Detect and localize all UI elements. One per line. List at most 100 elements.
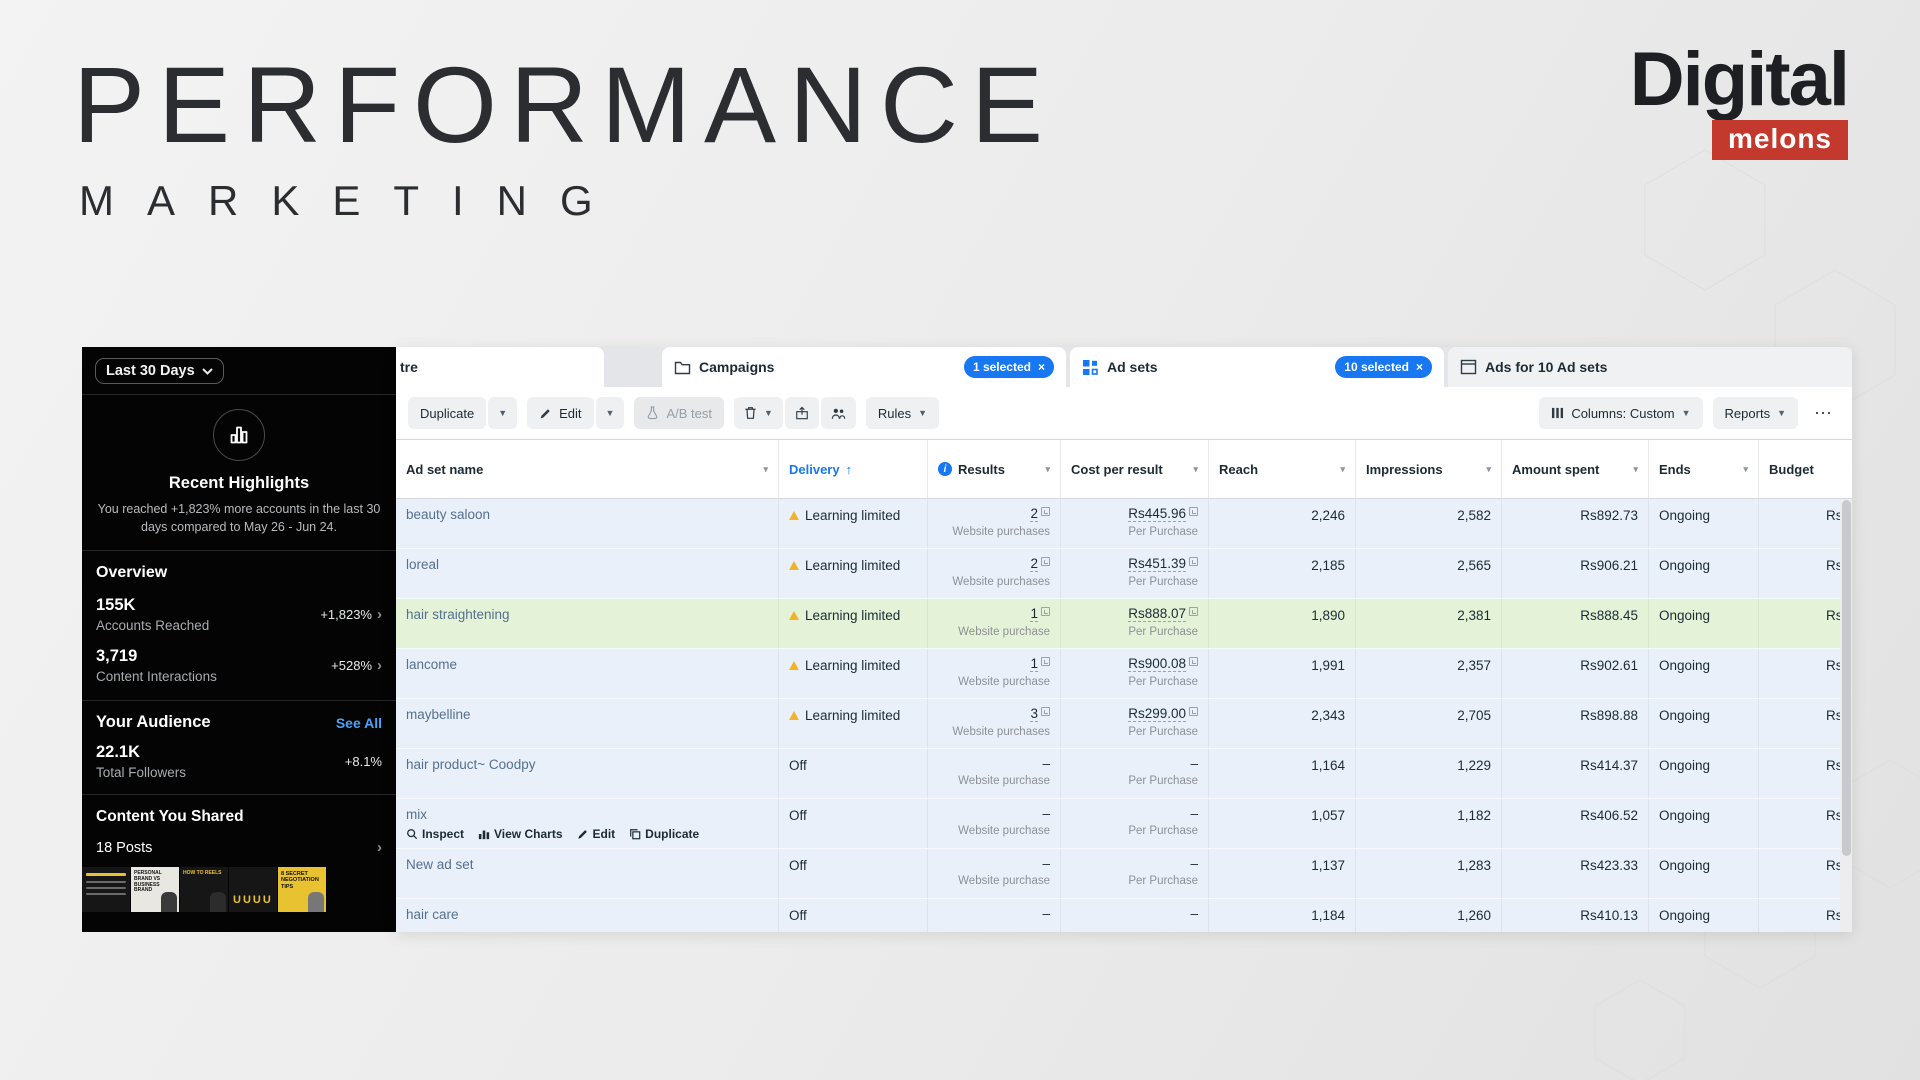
reach-cell: 1,184 xyxy=(1209,899,1356,932)
ad-set-name[interactable]: beauty saloon xyxy=(406,506,768,522)
col-header-amount-spent[interactable]: Amount spent ▾ xyxy=(1502,440,1649,498)
table-row[interactable]: maybelline Learning limited 3 Website pu… xyxy=(396,699,1852,749)
cost-per-result-cell: Rs445.96 Per Purchase xyxy=(1061,499,1209,548)
export-button[interactable] xyxy=(785,397,819,429)
metric-content-interactions[interactable]: 3,719 Content Interactions +528%› xyxy=(82,633,396,684)
ad-set-name-cell[interactable]: hair product~ Coodpy xyxy=(396,749,779,798)
cost-per-result-cell: – Per Purchase xyxy=(1061,799,1209,848)
results-value: 1 xyxy=(1030,606,1038,622)
ad-set-name-cell[interactable]: hair straightening xyxy=(396,599,779,648)
budget-cell: Rs2 xyxy=(1759,649,1852,698)
tab-partial[interactable]: tre xyxy=(396,347,604,387)
col-header-ad-set-name[interactable]: Ad set name ▾ xyxy=(396,440,779,498)
ends-cell: Ongoing xyxy=(1649,849,1759,898)
ad-set-name-cell[interactable]: New ad set xyxy=(396,849,779,898)
see-all-link[interactable]: See All xyxy=(336,715,382,731)
table-row[interactable]: loreal Learning limited 2 Website purcha… xyxy=(396,549,1852,599)
amount-spent-cell: Rs906.21 xyxy=(1502,549,1649,598)
col-header-reach[interactable]: Reach ▾ xyxy=(1209,440,1356,498)
row-action-charts[interactable]: View Charts xyxy=(478,827,562,841)
col-header-cost-per-result[interactable]: Cost per result ▾ xyxy=(1061,440,1209,498)
reach-cell: 1,057 xyxy=(1209,799,1356,848)
row-action-duplicate[interactable]: Duplicate xyxy=(629,827,699,841)
caret-down-icon: ▾ xyxy=(1486,464,1491,475)
tab-campaigns[interactable]: Campaigns 1 selected × xyxy=(662,347,1066,387)
ad-set-name[interactable]: maybelline xyxy=(406,706,768,722)
ad-set-name-cell[interactable]: lancome xyxy=(396,649,779,698)
post-thumbnail[interactable]: PERSONAL BRAND VS BUSINESS BRAND xyxy=(131,867,179,912)
row-action-inspect[interactable]: Inspect xyxy=(406,827,464,841)
post-thumbnail[interactable] xyxy=(82,867,130,912)
delete-dropdown-button[interactable]: ▼ xyxy=(734,397,783,429)
ad-set-name[interactable]: New ad set xyxy=(406,856,768,872)
col-header-impressions[interactable]: Impressions ▾ xyxy=(1356,440,1502,498)
col-header-ends[interactable]: Ends ▾ xyxy=(1649,440,1759,498)
ad-set-name[interactable]: hair straightening xyxy=(406,606,768,622)
more-options-button[interactable]: ⋯ xyxy=(1808,403,1840,424)
table-row[interactable]: hair care Off – – 1,184 1,260 Rs410.13 O… xyxy=(396,899,1852,932)
assign-people-button[interactable] xyxy=(821,397,856,429)
row-action-edit[interactable]: Edit xyxy=(577,827,616,841)
metric-accounts-reached[interactable]: 155K Accounts Reached +1,823%› xyxy=(82,582,396,633)
close-icon[interactable]: × xyxy=(1416,360,1423,374)
post-thumbnail[interactable]: HOW TO REELS xyxy=(180,867,228,912)
table-row[interactable]: beauty saloon Learning limited 2 Website… xyxy=(396,499,1852,549)
rules-button[interactable]: Rules ▼ xyxy=(866,397,939,429)
results-type: Website purchase xyxy=(938,875,1050,887)
col-header-delivery[interactable]: Delivery ↑ xyxy=(779,440,928,498)
people-icon xyxy=(831,407,846,420)
table-row[interactable]: lancome Learning limited 1 Website purch… xyxy=(396,649,1852,699)
delivery-cell: Learning limited xyxy=(779,649,928,698)
table-row[interactable]: hair straightening Learning limited 1 We… xyxy=(396,599,1852,649)
ab-test-button[interactable]: A/B test xyxy=(634,397,724,429)
warning-icon xyxy=(789,711,799,720)
ad-set-name[interactable]: mix xyxy=(406,806,768,822)
caret-down-icon: ▼ xyxy=(606,408,615,418)
cost-value: Rs900.08 xyxy=(1128,656,1186,672)
campaigns-selected-pill[interactable]: 1 selected × xyxy=(964,356,1054,378)
results-cell: 1 Website purchase xyxy=(928,649,1061,698)
ad-set-name[interactable]: hair care xyxy=(406,906,768,922)
ad-set-name-cell[interactable]: maybelline xyxy=(396,699,779,748)
scrollbar-thumb[interactable] xyxy=(1842,500,1851,856)
bar-chart-icon xyxy=(227,423,251,447)
duplicate-dropdown-button[interactable]: ▼ xyxy=(488,397,517,429)
ad-set-name-cell[interactable]: loreal xyxy=(396,549,779,598)
post-thumbnail[interactable]: UUUU xyxy=(229,867,277,912)
ad-set-name[interactable]: loreal xyxy=(406,556,768,572)
duplicate-button[interactable]: Duplicate xyxy=(408,397,486,429)
period-selector[interactable]: Last 30 Days xyxy=(95,358,224,384)
col-header-budget[interactable]: Budget xyxy=(1759,440,1852,498)
tab-ad-sets[interactable]: Ad sets 10 selected × xyxy=(1070,347,1444,387)
attribution-icon xyxy=(1189,507,1198,516)
budget-cell: Rs2 xyxy=(1759,599,1852,648)
ad-set-name-cell[interactable]: beauty saloon xyxy=(396,499,779,548)
close-icon[interactable]: × xyxy=(1038,360,1045,374)
columns-button[interactable]: Columns: Custom ▼ xyxy=(1539,397,1702,429)
edit-dropdown-button[interactable]: ▼ xyxy=(596,397,625,429)
ad-set-name-cell[interactable]: mix Inspect View Charts Edit Duplicate xyxy=(396,799,779,848)
caret-down-icon: ▾ xyxy=(1193,464,1198,475)
magnifier-icon xyxy=(406,828,418,840)
vertical-scrollbar[interactable] xyxy=(1840,500,1852,932)
posts-row[interactable]: 18 Posts › xyxy=(82,826,396,865)
reports-button[interactable]: Reports ▼ xyxy=(1713,397,1798,429)
table-row[interactable]: mix InspectView ChartsEditDuplicate Off … xyxy=(396,799,1852,849)
tab-ads[interactable]: Ads for 10 Ad sets xyxy=(1448,347,1852,387)
metric-label: Content Interactions xyxy=(96,669,217,684)
cost-per-result-cell: – Per Purchase xyxy=(1061,849,1209,898)
ad-set-name-cell[interactable]: hair care xyxy=(396,899,779,932)
delivery-status: Off xyxy=(789,908,807,923)
edit-button[interactable]: Edit xyxy=(527,397,593,429)
ad-set-name[interactable]: hair product~ Coodpy xyxy=(406,756,768,772)
post-thumbnail[interactable]: 8 SECRET NEGOTIATION TIPS xyxy=(278,867,326,912)
col-header-results[interactable]: i Results ▾ xyxy=(928,440,1061,498)
impressions-cell: 2,381 xyxy=(1356,599,1502,648)
ad-sets-selected-pill[interactable]: 10 selected × xyxy=(1335,356,1432,378)
table-row[interactable]: New ad set Off – Website purchase – Per … xyxy=(396,849,1852,899)
ad-set-name[interactable]: lancome xyxy=(406,656,768,672)
metric-total-followers[interactable]: 22.1K Total Followers +8.1% xyxy=(82,732,396,780)
cost-value: Rs888.07 xyxy=(1128,606,1186,622)
delivery-cell: Learning limited xyxy=(779,499,928,548)
table-row[interactable]: hair product~ Coodpy Off – Website purch… xyxy=(396,749,1852,799)
